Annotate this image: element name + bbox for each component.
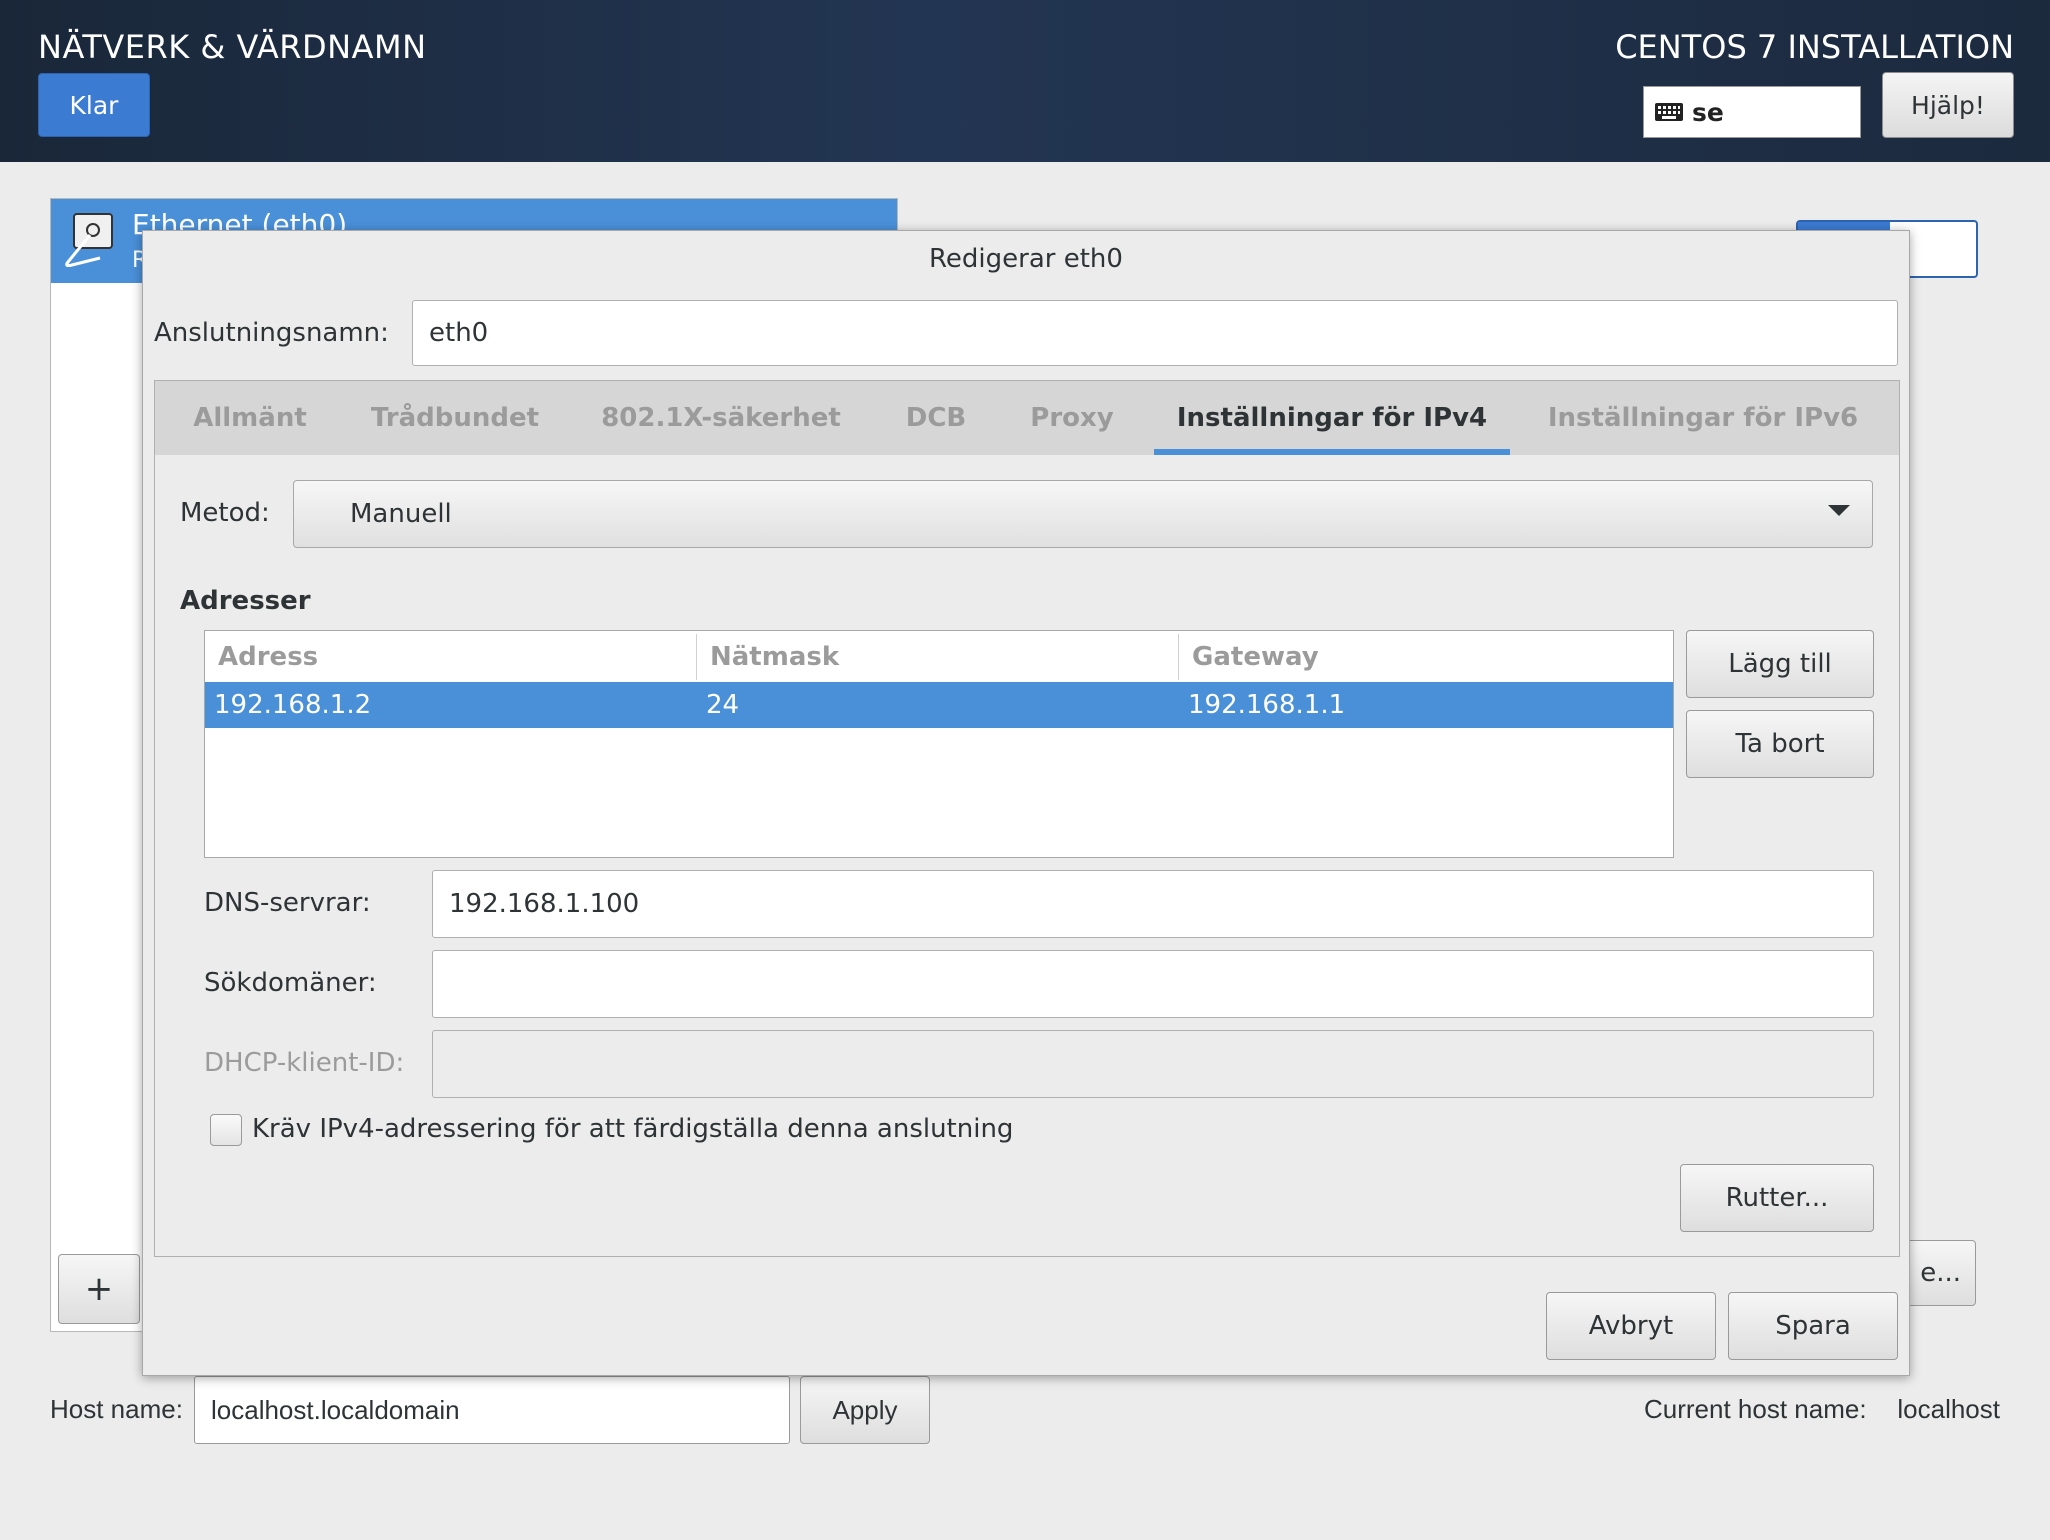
keyboard-layout-indicator[interactable]: se	[1643, 86, 1861, 138]
dhcp-client-id-label: DHCP-klient-ID:	[204, 1048, 405, 1078]
add-address-button[interactable]: Lägg till	[1686, 630, 1874, 698]
require-ipv4-checkbox[interactable]	[210, 1114, 242, 1146]
addresses-table	[204, 630, 1674, 858]
search-domains-label: Sökdomäner:	[204, 968, 377, 998]
column-header-netmask[interactable]: Nätmask	[710, 632, 839, 682]
hostname-label: Host name:	[50, 1394, 183, 1424]
tab-8021x-security[interactable]: 802.1X-säkerhet	[588, 380, 854, 456]
save-button[interactable]: Spara	[1728, 1292, 1898, 1360]
cell-gateway[interactable]: 192.168.1.1	[1188, 682, 1345, 728]
method-label: Metod:	[180, 498, 270, 528]
product-title: CENTOS 7 INSTALLATION	[1615, 28, 2014, 66]
search-domains-input[interactable]	[432, 950, 1874, 1018]
connection-name-label: Anslutningsnamn:	[154, 318, 389, 348]
dhcp-client-id-input	[432, 1030, 1874, 1098]
cancel-button[interactable]: Avbryt	[1546, 1292, 1716, 1360]
current-hostname-label: Current host name:	[1644, 1394, 1867, 1424]
chevron-down-icon	[1828, 505, 1850, 516]
addresses-heading: Adresser	[180, 586, 311, 616]
ethernet-icon	[60, 210, 118, 270]
page-title: NÄTVERK & VÄRDNAMN	[38, 28, 427, 66]
add-device-button[interactable]: +	[58, 1254, 140, 1324]
connection-name-input[interactable]: eth0	[412, 300, 1898, 366]
routes-button[interactable]: Rutter...	[1680, 1164, 1874, 1232]
tab-general[interactable]: Allmänt	[180, 380, 320, 456]
keyboard-icon	[1655, 103, 1683, 121]
column-divider	[696, 634, 697, 680]
column-header-gateway[interactable]: Gateway	[1192, 632, 1319, 682]
dialog-title: Redigerar eth0	[929, 244, 1123, 274]
hostname-input[interactable]: localhost.localdomain	[194, 1376, 790, 1444]
column-divider	[1178, 634, 1179, 680]
method-dropdown[interactable]: Manuell	[293, 480, 1873, 548]
cell-netmask[interactable]: 24	[706, 682, 739, 728]
require-ipv4-label[interactable]: Kräv IPv4-adressering för att färdigstäl…	[252, 1114, 1013, 1144]
current-hostname-value: localhost	[1897, 1394, 2000, 1424]
keyboard-layout-label: se	[1692, 97, 1724, 127]
method-value: Manuell	[350, 499, 452, 529]
done-button[interactable]: Klar	[38, 73, 150, 137]
cell-address[interactable]: 192.168.1.2	[214, 682, 371, 728]
tab-dcb[interactable]: DCB	[886, 380, 986, 456]
tab-ipv6-settings[interactable]: Inställningar för IPv6	[1536, 380, 1870, 456]
apply-hostname-button[interactable]: Apply	[800, 1376, 930, 1444]
dns-servers-input[interactable]: 192.168.1.100	[432, 870, 1874, 938]
remove-address-button[interactable]: Ta bort	[1686, 710, 1874, 778]
dns-servers-label: DNS-servrar:	[204, 888, 371, 918]
column-header-address[interactable]: Adress	[218, 632, 318, 682]
help-button[interactable]: Hjälp!	[1882, 72, 2014, 138]
tab-proxy[interactable]: Proxy	[1016, 380, 1128, 456]
tab-wired[interactable]: Trådbundet	[360, 380, 550, 456]
tab-ipv4-settings[interactable]: Inställningar för IPv4	[1154, 380, 1510, 456]
table-row[interactable]	[205, 682, 1673, 728]
